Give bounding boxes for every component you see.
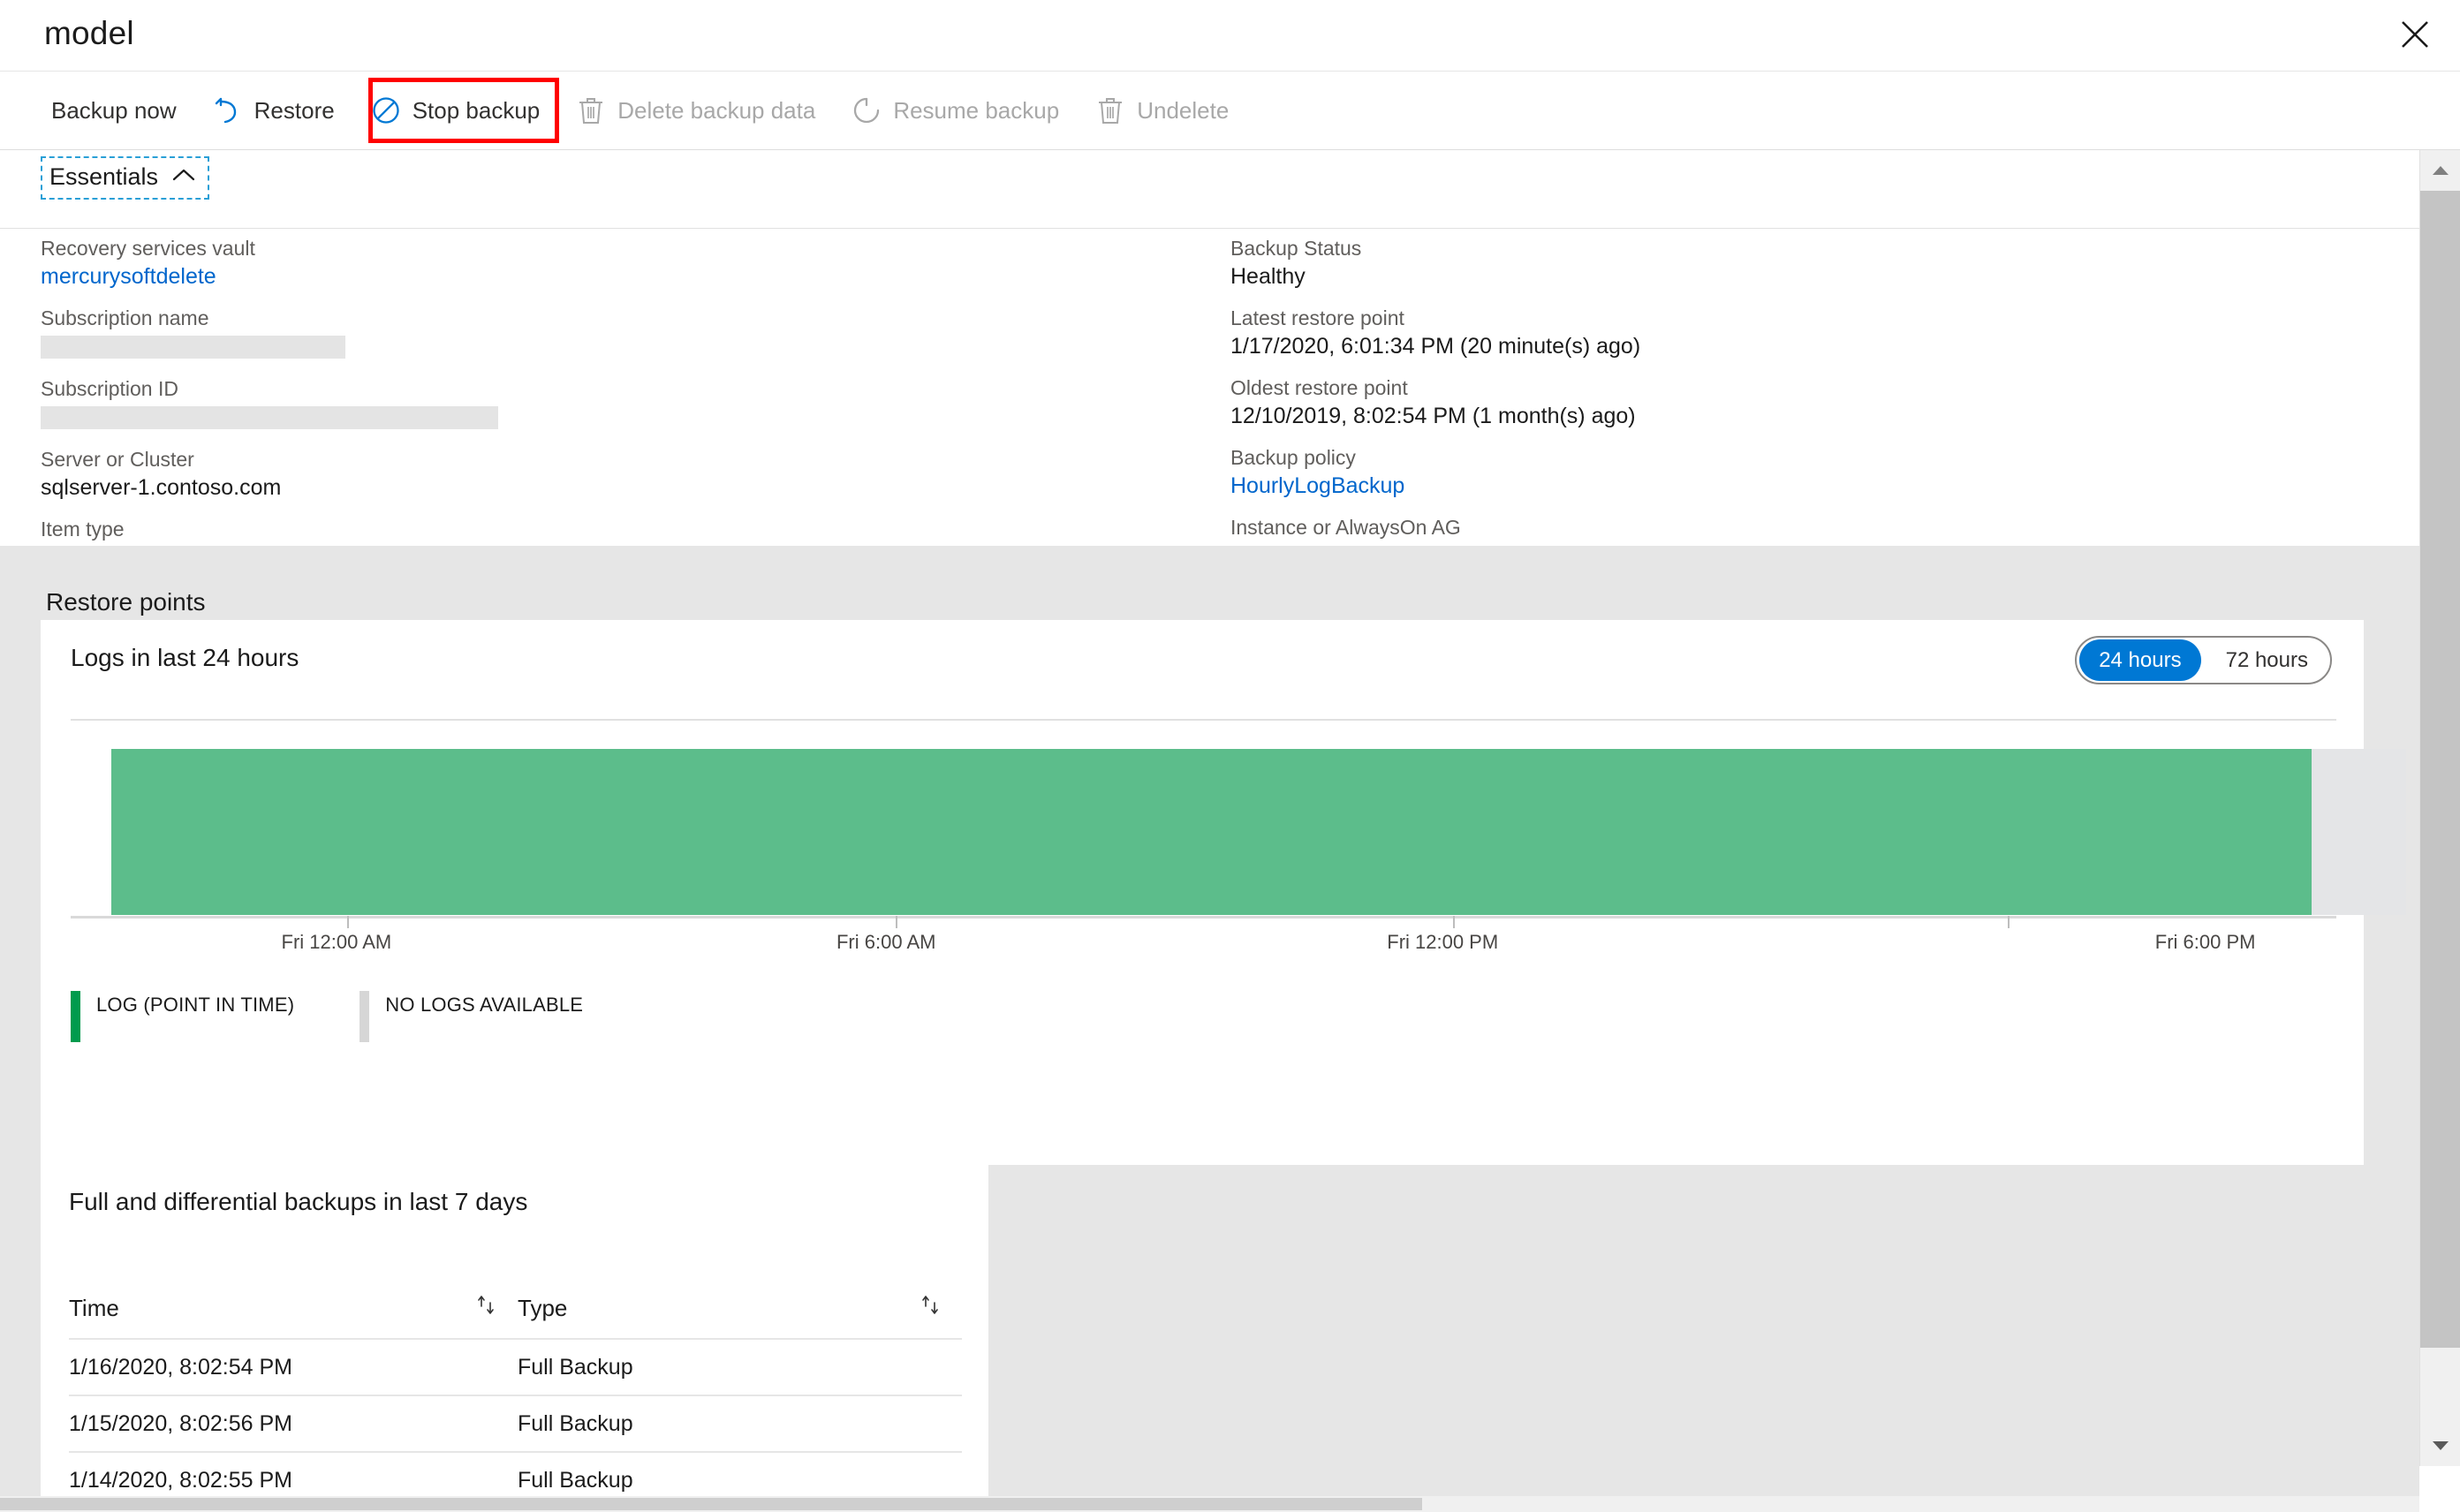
subscription-name-redacted xyxy=(41,336,345,359)
backup-now-button[interactable]: Backup now xyxy=(37,79,191,141)
essentials-left-column: Recovery services vault mercurysoftdelet… xyxy=(41,238,1207,589)
chevron-up-icon xyxy=(172,168,195,186)
chart-axis-line xyxy=(71,916,2336,919)
backup-policy-link[interactable]: HourlyLogBackup xyxy=(1230,475,2396,497)
field-label: Backup Status xyxy=(1230,237,1362,260)
axis-tick xyxy=(1452,916,1455,928)
blade-title-bar: model xyxy=(0,0,2460,72)
cell-type: Full Backup xyxy=(518,1354,633,1380)
field-label: Subscription name xyxy=(41,306,209,329)
field-label: Server or Cluster xyxy=(41,448,194,471)
field-label: Instance or AlwaysOn AG xyxy=(1230,516,1461,539)
essentials-divider xyxy=(0,228,2419,229)
chart-legend: LOG (POINT IN TIME) NO LOGS AVAILABLE xyxy=(71,991,648,1042)
horizontal-scrollbar[interactable] xyxy=(0,1496,2419,1512)
vertical-scrollbar[interactable] xyxy=(2419,150,2460,1466)
range-option-72-hours[interactable]: 72 hours xyxy=(2206,639,2328,681)
no-logs-available-segment xyxy=(2312,749,2406,915)
cell-time: 1/15/2020, 8:02:56 PM xyxy=(69,1410,292,1436)
axis-tick-label: Fri 6:00 AM xyxy=(836,931,936,953)
essentials-toggle[interactable]: Essentials xyxy=(41,156,210,200)
backups-table: Time Type 1/16/2020, 8:02:54 PM Full Bac… xyxy=(69,1278,962,1508)
trash-icon xyxy=(573,93,609,128)
table-row[interactable]: 1/15/2020, 8:02:56 PM Full Backup xyxy=(69,1395,962,1451)
axis-tick-label: Fri 6:00 PM xyxy=(2154,931,2256,953)
stop-backup-label: Stop backup xyxy=(412,97,541,124)
essentials-label: Essentials xyxy=(49,163,159,190)
undelete-label: Undelete xyxy=(1137,97,1230,124)
table-row[interactable]: 1/16/2020, 8:02:54 PM Full Backup xyxy=(69,1338,962,1395)
column-header-label: Time xyxy=(69,1294,119,1321)
essentials-right-column: Backup Status Healthy Latest restore poi… xyxy=(1230,238,2396,587)
delete-backup-data-label: Delete backup data xyxy=(617,97,816,124)
scroll-down-arrow-icon[interactable] xyxy=(2420,1425,2460,1466)
server-or-cluster-value: sqlserver-1.contoso.com xyxy=(41,475,282,500)
cell-time: 1/14/2020, 8:02:55 PM xyxy=(69,1467,292,1493)
column-header-label: Type xyxy=(518,1294,568,1321)
log-available-segment xyxy=(111,749,2312,915)
field-label: Subscription ID xyxy=(41,377,178,400)
backup-now-label: Backup now xyxy=(51,97,177,124)
cell-type: Full Backup xyxy=(518,1467,633,1493)
axis-tick xyxy=(346,916,349,928)
stop-backup-icon xyxy=(368,93,404,128)
logs-timeline-chart: Fri 12:00 AM Fri 6:00 AM Fri 12:00 PM Fr… xyxy=(71,749,2406,961)
backups-card-title: Full and differential backups in last 7 … xyxy=(69,1188,528,1215)
cell-type: Full Backup xyxy=(518,1410,633,1436)
logs-card-title: Logs in last 24 hours xyxy=(71,644,299,671)
cell-time: 1/16/2020, 8:02:54 PM xyxy=(69,1354,292,1380)
field-label: Item type xyxy=(41,518,125,541)
trash-icon xyxy=(1093,93,1128,128)
delete-backup-data-button: Delete backup data xyxy=(559,79,829,141)
resume-backup-label: Resume backup xyxy=(893,97,1060,124)
range-option-24-hours[interactable]: 24 hours xyxy=(2079,639,2201,681)
command-bar: Backup now Restore Stop backup Delete ba… xyxy=(0,72,2460,150)
page-title: model xyxy=(44,15,134,51)
logs-timeline-plot xyxy=(111,749,2406,915)
stop-backup-button[interactable]: Stop backup xyxy=(354,79,555,141)
axis-tick-label: Fri 12:00 AM xyxy=(281,931,392,953)
undelete-button: Undelete xyxy=(1079,79,1243,141)
restore-label: Restore xyxy=(254,97,335,124)
axis-tick-label: Fri 12:00 PM xyxy=(1387,931,1499,953)
legend-swatch-log-icon xyxy=(71,991,80,1042)
axis-tick xyxy=(895,916,897,928)
scroll-up-arrow-icon[interactable] xyxy=(2420,150,2460,191)
axis-tick xyxy=(2008,916,2010,928)
legend-label: NO LOGS AVAILABLE xyxy=(385,994,584,1016)
logs-card: Logs in last 24 hours 24 hours 72 hours … xyxy=(41,620,2406,1165)
resume-backup-button: Resume backup xyxy=(835,79,1073,141)
legend-swatch-no-logs-icon xyxy=(360,991,370,1042)
restore-arrow-icon xyxy=(210,93,246,128)
horizontal-scrollbar-thumb[interactable] xyxy=(0,1498,1422,1510)
recovery-services-vault-link[interactable]: mercurysoftdelete xyxy=(41,266,1207,288)
latest-restore-point-value: 1/17/2020, 6:01:34 PM (20 minute(s) ago) xyxy=(1230,334,1641,359)
refresh-circle-icon xyxy=(849,93,884,128)
backup-status-value: Healthy xyxy=(1230,264,1306,289)
legend-item: LOG (POINT IN TIME) xyxy=(71,991,294,1042)
vertical-scrollbar-thumb[interactable] xyxy=(2420,191,2460,1348)
sort-updown-icon[interactable] xyxy=(473,1292,500,1325)
sort-updown-icon[interactable] xyxy=(918,1292,944,1325)
legend-item: NO LOGS AVAILABLE xyxy=(360,991,583,1042)
restore-points-heading: Restore points xyxy=(46,588,206,616)
table-header-row: Time Type xyxy=(69,1278,962,1338)
legend-label: LOG (POINT IN TIME) xyxy=(96,994,295,1016)
time-range-toggle: 24 hours 72 hours xyxy=(2075,636,2332,684)
oldest-restore-point-value: 12/10/2019, 8:02:54 PM (1 month(s) ago) xyxy=(1230,404,1636,428)
column-header-time[interactable]: Time xyxy=(69,1292,518,1325)
blade-root: model Backup now Restore Stop backup Del… xyxy=(0,0,2460,1512)
field-label: Recovery services vault xyxy=(41,237,255,260)
subscription-id-redacted xyxy=(41,406,498,429)
backups-card: Full and differential backups in last 7 … xyxy=(41,1161,988,1512)
logs-card-divider xyxy=(71,719,2336,721)
close-icon[interactable] xyxy=(2388,7,2442,62)
field-label: Latest restore point xyxy=(1230,306,1404,329)
restore-button[interactable]: Restore xyxy=(196,79,349,141)
field-label: Backup policy xyxy=(1230,446,1356,469)
essentials-section: Essentials Recovery services vault mercu… xyxy=(0,150,2419,569)
column-header-type[interactable]: Type xyxy=(518,1292,962,1325)
field-label: Oldest restore point xyxy=(1230,376,1408,399)
